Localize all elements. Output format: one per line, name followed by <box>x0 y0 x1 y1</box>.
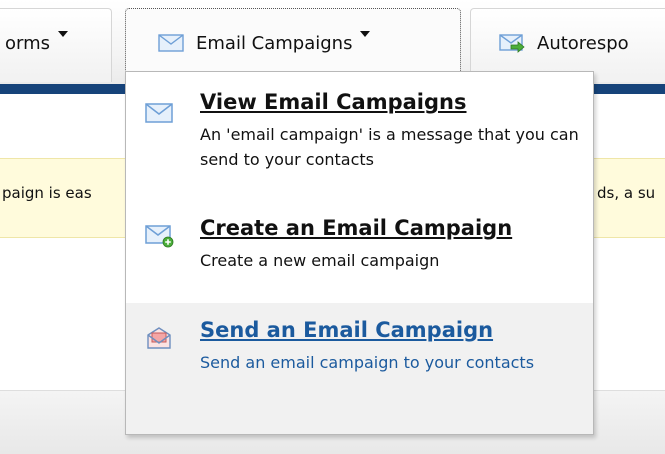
view-email-campaigns-link[interactable]: View Email Campaigns <box>200 90 593 114</box>
tab-autoresponders-label: Autorespo <box>537 33 629 54</box>
menu-item-create-email-campaign[interactable]: Create an Email Campaign Create a new em… <box>126 210 593 302</box>
email-campaigns-dropdown: View Email Campaigns An 'email campaign'… <box>125 71 594 435</box>
chevron-down-icon <box>360 31 371 37</box>
send-email-campaign-desc: Send an email campaign to your contacts <box>200 353 535 372</box>
envelope-icon <box>158 34 184 52</box>
notice-text-left: paign is eas <box>2 184 92 202</box>
tab-forms-label: orms <box>5 33 51 54</box>
notice-text-right: ds, a su <box>597 184 656 202</box>
envelope-icon <box>145 103 173 123</box>
view-email-campaigns-desc: An 'email campaign' is a message that yo… <box>200 125 579 169</box>
send-envelope-icon <box>147 327 171 349</box>
menu-item-view-email-campaigns[interactable]: View Email Campaigns An 'email campaign'… <box>126 84 593 196</box>
chevron-down-icon <box>58 31 69 37</box>
envelope-add-icon <box>145 225 174 248</box>
menu-item-send-email-campaign[interactable]: Send an Email Campaign Send an email cam… <box>126 303 593 434</box>
create-email-campaign-link[interactable]: Create an Email Campaign <box>200 216 593 240</box>
envelope-arrow-icon <box>499 34 525 53</box>
tab-email-campaigns-label: Email Campaigns <box>196 33 353 54</box>
tab-forms[interactable]: orms <box>0 8 112 82</box>
create-email-campaign-desc: Create a new email campaign <box>200 251 440 270</box>
send-email-campaign-link[interactable]: Send an Email Campaign <box>200 318 593 342</box>
